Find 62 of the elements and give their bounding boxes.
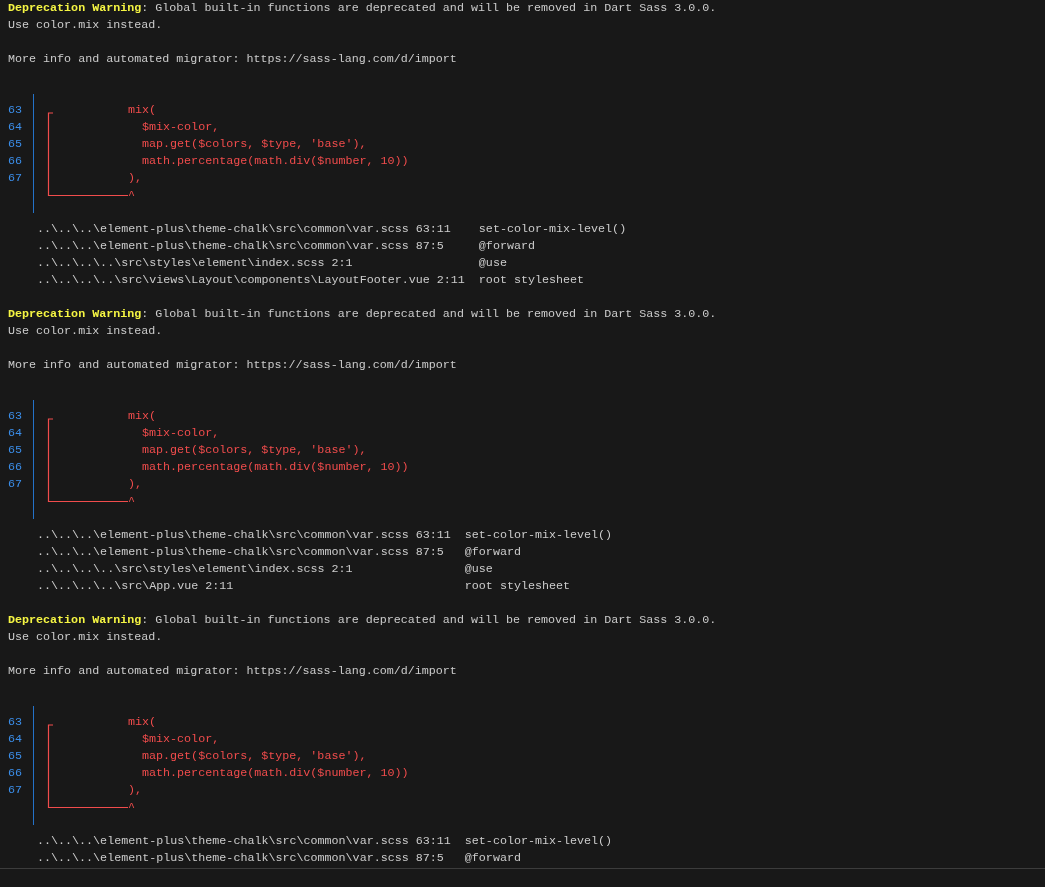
caret-marker: ^ <box>128 187 136 204</box>
code-line: mix( <box>128 102 158 119</box>
code-line: mix( <box>128 408 158 425</box>
trace-member: @use <box>464 561 494 578</box>
hint-text: Use color.mix instead. <box>8 17 164 34</box>
trace-member: @use <box>478 255 508 272</box>
line-number: 67 <box>8 782 22 799</box>
trace-member: set-color-mix-level() <box>464 527 613 544</box>
code-line: map.get($colors, $type, 'base'), <box>141 442 368 459</box>
caret-marker: ^ <box>128 493 136 510</box>
hint-text: Use color.mix instead. <box>8 629 164 646</box>
line-number: 65 <box>8 136 22 153</box>
trace-location: ..\..\..\element-plus\theme-chalk\src\common\var.scss 87:5 <box>37 850 445 867</box>
trace-member: root stylesheet <box>464 578 572 595</box>
warning-message: Deprecation Warning: Global built-in functions are deprecated and will be removed in Dart Sass 3.0.0. <box>8 0 718 17</box>
trace-member: set-color-mix-level() <box>478 221 627 238</box>
more-info-text: More info and automated migrator: https://sass-lang.com/d/import <box>8 663 458 680</box>
trace-location: ..\..\..\element-plus\theme-chalk\src\common\var.scss 87:5 <box>37 544 445 561</box>
line-number: 65 <box>8 748 22 765</box>
code-line: map.get($colors, $type, 'base'), <box>141 136 368 153</box>
trace-location: ..\..\..\..\src\styles\element\index.scss 2:1 <box>37 255 354 272</box>
line-number: 63 <box>8 408 22 425</box>
line-number: 66 <box>8 153 22 170</box>
trace-member: @forward <box>478 238 536 255</box>
trace-member: root stylesheet <box>478 272 586 289</box>
trace-location: ..\..\..\element-plus\theme-chalk\src\common\var.scss 63:11 <box>37 527 451 544</box>
line-number: 65 <box>8 442 22 459</box>
line-number: 63 <box>8 102 22 119</box>
code-line: math.percentage(math.div($number, 10)) <box>141 765 409 782</box>
trace-location: ..\..\..\..\src\views\Layout\components\LayoutFooter.vue 2:11 <box>37 272 465 289</box>
line-number: 67 <box>8 476 22 493</box>
code-line: ), <box>128 476 144 493</box>
hint-text: Use color.mix instead. <box>8 323 164 340</box>
trace-member: @forward <box>464 850 522 867</box>
code-line: math.percentage(math.div($number, 10)) <box>141 459 409 476</box>
line-number: 66 <box>8 459 22 476</box>
trace-location: ..\..\..\element-plus\theme-chalk\src\common\var.scss 63:11 <box>37 833 451 850</box>
trace-location: ..\..\..\element-plus\theme-chalk\src\common\var.scss 63:11 <box>37 221 452 238</box>
line-number: 64 <box>8 425 22 442</box>
warning-message: Deprecation Warning: Global built-in functions are deprecated and will be removed in Dart Sass 3.0.0. <box>8 612 718 629</box>
trace-member: @forward <box>464 544 522 561</box>
code-line: $mix-color, <box>141 425 221 442</box>
line-number: 66 <box>8 765 22 782</box>
line-number: 63 <box>8 714 22 731</box>
line-number: 64 <box>8 119 22 136</box>
code-line: $mix-color, <box>141 119 221 136</box>
code-line: ), <box>128 782 144 799</box>
trace-member: set-color-mix-level() <box>464 833 613 850</box>
trace-location: ..\..\..\..\src\App.vue 2:11 <box>37 578 235 595</box>
trace-location: ..\..\..\element-plus\theme-chalk\src\common\var.scss 87:5 <box>37 238 445 255</box>
more-info-text: More info and automated migrator: https://sass-lang.com/d/import <box>8 357 458 374</box>
warning-message: Deprecation Warning: Global built-in functions are deprecated and will be removed in Dart Sass 3.0.0. <box>8 306 718 323</box>
trace-location: ..\..\..\..\src\styles\element\index.scss 2:1 <box>37 561 354 578</box>
line-number: 64 <box>8 731 22 748</box>
code-line: map.get($colors, $type, 'base'), <box>141 748 368 765</box>
more-info-text: More info and automated migrator: https://sass-lang.com/d/import <box>8 51 458 68</box>
code-line: mix( <box>128 714 158 731</box>
code-line: math.percentage(math.div($number, 10)) <box>141 153 409 170</box>
code-line: $mix-color, <box>141 731 221 748</box>
caret-marker: ^ <box>128 799 136 816</box>
line-number: 67 <box>8 170 22 187</box>
code-line: ), <box>128 170 144 187</box>
